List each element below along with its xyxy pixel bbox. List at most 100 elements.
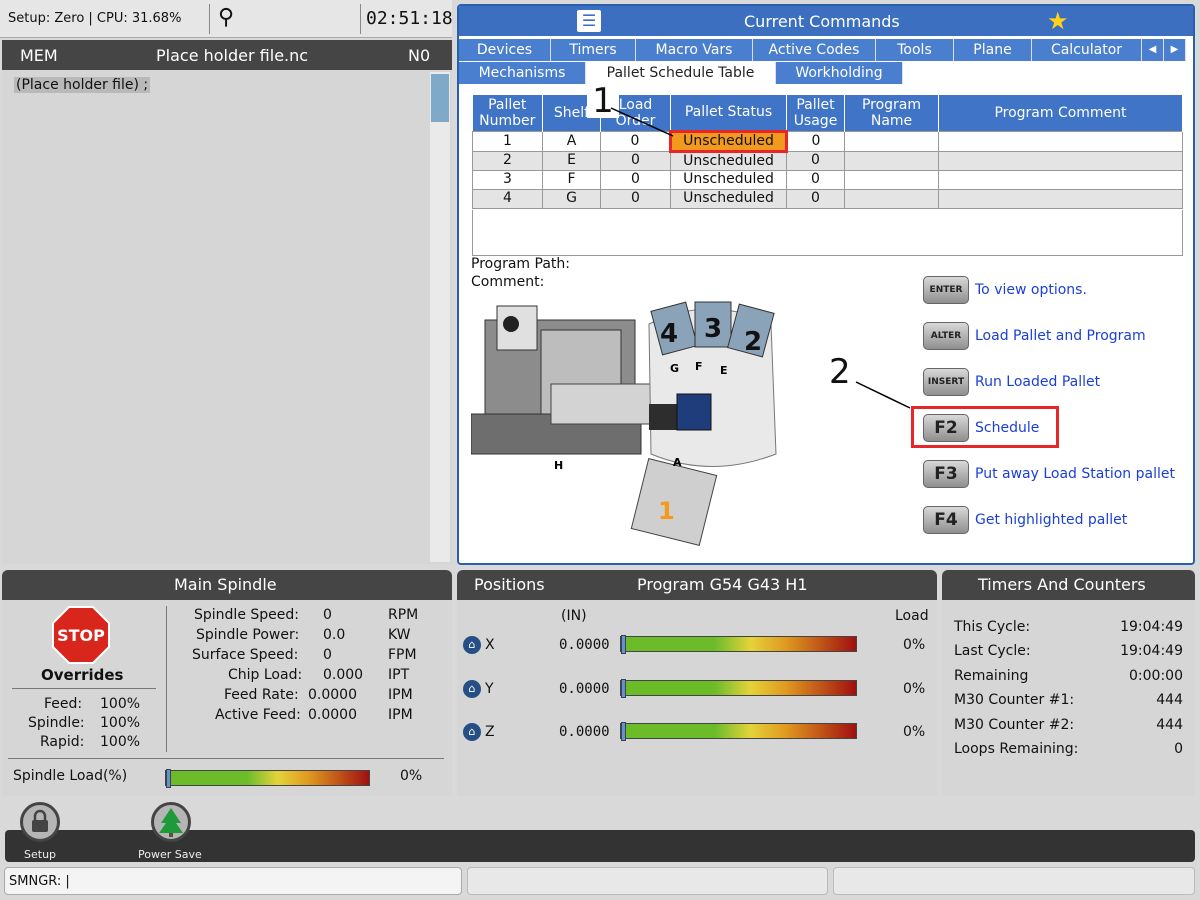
stat-value: 0.0000 — [308, 707, 357, 723]
column-header: Pallet Status — [670, 95, 787, 131]
tab-active-codes[interactable]: Active Codes — [753, 39, 876, 61]
table-header-row: Pallet Number Shelf Load Order Pallet St… — [472, 95, 1183, 131]
table-cell: Unscheduled — [670, 188, 787, 209]
spindle-header: Main Spindle — [2, 570, 452, 600]
axis-value: 0.0000 — [559, 681, 610, 697]
tabs-row-2: Mechanisms Pallet Schedule Table Workhol… — [459, 62, 903, 84]
f4-key-button[interactable]: F4 — [923, 506, 969, 534]
timer-value: 19:04:49 — [1120, 643, 1183, 659]
home-icon[interactable]: ⌂ — [463, 723, 481, 741]
tab-tools[interactable]: Tools — [876, 39, 954, 61]
mode-label: MEM — [20, 45, 58, 65]
timers-title: Timers And Counters — [978, 575, 1146, 594]
timer-label: This Cycle: — [954, 619, 1031, 635]
stat-label: Surface Speed: — [192, 647, 299, 663]
scrollbar-thumb[interactable] — [431, 74, 449, 122]
program-code-line[interactable]: (Place holder file) ; — [14, 77, 151, 93]
current-commands-panel: ☰ Current Commands ★ Devices Timers Macr… — [457, 4, 1195, 565]
table-cell: 4 — [472, 188, 543, 209]
f2-key-button[interactable]: F2 — [923, 414, 969, 442]
override-label: Spindle: — [28, 715, 85, 731]
stat-label: Spindle Power: — [196, 627, 300, 643]
timer-label: Remaining — [954, 668, 1029, 684]
table-row[interactable]: 3 F 0 Unscheduled 0 — [472, 169, 1183, 190]
stat-label: Chip Load: — [228, 667, 303, 683]
counter-value: 444 — [1156, 717, 1183, 733]
tab-plane[interactable]: Plane — [954, 39, 1032, 61]
axis-label: Z — [485, 724, 495, 740]
table-cell — [938, 188, 1183, 209]
tab-scroll-left-icon[interactable]: ◀ — [1142, 39, 1164, 61]
stat-value: 0.000 — [323, 667, 364, 683]
axis-load-value: 0% — [903, 681, 926, 697]
clock: 02:51:18 — [366, 8, 453, 29]
tabs-row-1: Devices Timers Macro Vars Active Codes T… — [459, 39, 1186, 61]
divider — [360, 4, 361, 34]
pallet-2-label: 2 — [744, 327, 762, 357]
f3-action-label[interactable]: Put away Load Station pallet — [975, 466, 1175, 482]
axis-load-value: 0% — [903, 637, 926, 653]
stat-unit: IPT — [388, 667, 410, 683]
load-marker — [621, 722, 626, 741]
table-cell — [938, 150, 1183, 171]
counter-label: M30 Counter #2: — [954, 717, 1075, 733]
home-icon[interactable]: ⌂ — [463, 636, 481, 654]
stat-unit: RPM — [388, 607, 419, 623]
enter-action-label[interactable]: To view options. — [975, 282, 1087, 298]
stat-label: Spindle Speed: — [194, 607, 299, 623]
tab-macro-vars[interactable]: Macro Vars — [636, 39, 753, 61]
f4-action-label[interactable]: Get highlighted pallet — [975, 512, 1127, 528]
override-value: 100% — [100, 734, 141, 750]
program-panel: MEM Place holder file.nc N0 (Place holde… — [2, 40, 452, 564]
selected-status-cell[interactable]: Unscheduled — [669, 129, 788, 153]
alter-key-button[interactable]: ALTER — [923, 322, 969, 350]
shelf-e-label: E — [720, 364, 728, 377]
unit-label: (IN) — [561, 608, 587, 624]
positions-header: Positions Program G54 G43 H1 — [457, 570, 937, 600]
override-label: Feed: — [44, 696, 83, 712]
star-icon[interactable]: ★ — [1047, 7, 1069, 35]
table-cell: 2 — [472, 150, 543, 171]
probe-icon[interactable]: ⚲ — [218, 5, 234, 30]
tab-scroll-right-icon[interactable]: ▶ — [1164, 39, 1186, 61]
callout-2-line — [855, 381, 911, 409]
table-row[interactable]: 4 G 0 Unscheduled 0 — [472, 188, 1183, 209]
command-input-text: SMNGR: | — [9, 874, 70, 889]
tab-timers[interactable]: Timers — [551, 39, 636, 61]
program-header: MEM Place holder file.nc N0 — [2, 40, 452, 70]
home-icon[interactable]: ⌂ — [463, 680, 481, 698]
table-cell — [938, 169, 1183, 190]
f3-key-button[interactable]: F3 — [923, 460, 969, 488]
axis-load-bar — [620, 722, 857, 741]
program-file-name: Place holder file.nc — [156, 45, 309, 65]
tab-mechanisms[interactable]: Mechanisms — [459, 62, 586, 84]
menu-icon[interactable]: ☰ — [577, 10, 601, 32]
stat-unit: IPM — [388, 687, 413, 703]
tab-devices[interactable]: Devices — [459, 39, 551, 61]
table-row[interactable]: 2 E 0 Unscheduled 0 — [472, 150, 1183, 171]
setup-lock-icon[interactable] — [20, 802, 60, 842]
override-value: 100% — [100, 715, 141, 731]
insert-key-button[interactable]: INSERT — [923, 368, 969, 396]
command-input[interactable]: SMNGR: | — [4, 867, 462, 895]
stat-label: Active Feed: — [215, 707, 301, 723]
alter-action-label[interactable]: Load Pallet and Program — [975, 328, 1146, 344]
table-row[interactable]: 1 A 0 Unscheduled 0 — [472, 129, 1183, 153]
overrides-title: Overrides — [41, 666, 124, 684]
timers-panel: Timers And Counters This Cycle: 19:04:49… — [942, 570, 1195, 796]
tab-calculator[interactable]: Calculator — [1032, 39, 1142, 61]
f2-action-label[interactable]: Schedule — [975, 420, 1039, 436]
power-save-button[interactable] — [151, 802, 191, 842]
table-empty-area — [472, 210, 1183, 256]
insert-action-label[interactable]: Run Loaded Pallet — [975, 374, 1100, 390]
shelf-g-label: G — [670, 362, 679, 375]
table-cell: 0 — [786, 169, 845, 190]
axis-label: X — [485, 637, 495, 653]
tab-workholding[interactable]: Workholding — [776, 62, 903, 84]
main-spindle-panel: Main Spindle STOP Overrides Feed: 100% S… — [2, 570, 452, 796]
program-offsets: Program G54 G43 H1 — [637, 575, 808, 594]
tab-pallet-schedule-table[interactable]: Pallet Schedule Table — [586, 62, 776, 84]
scrollbar[interactable] — [430, 72, 450, 562]
spindle-title: Main Spindle — [174, 575, 277, 594]
enter-key-button[interactable]: ENTER — [923, 276, 969, 304]
